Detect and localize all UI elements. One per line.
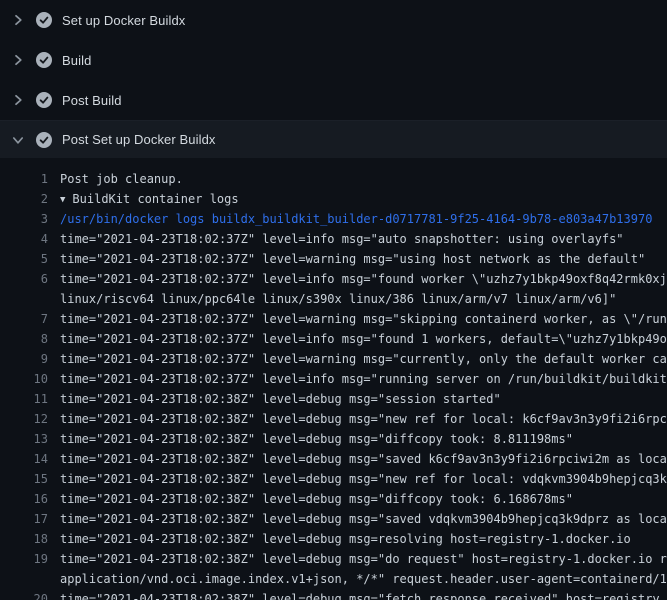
log-line-number[interactable]: 3 [0, 209, 48, 229]
log-line-number[interactable]: 13 [0, 429, 48, 449]
log-row: 15 time="2021-04-23T18:02:38Z" level=deb… [0, 469, 667, 489]
log-line-text: time="2021-04-23T18:02:38Z" level=debug … [48, 529, 631, 549]
log-line-text: time="2021-04-23T18:02:38Z" level=debug … [48, 509, 667, 529]
step-row-1[interactable]: Build [0, 40, 667, 80]
log-line-number[interactable]: 15 [0, 469, 48, 489]
log-line-number[interactable]: 8 [0, 329, 48, 349]
log-line-text: time="2021-04-23T18:02:38Z" level=debug … [48, 589, 660, 600]
step-label: Set up Docker Buildx [62, 13, 185, 28]
check-circle-icon [36, 132, 52, 148]
actions-log-viewer: Set up Docker Buildx Build P [0, 0, 667, 600]
log-row: 7 time="2021-04-23T18:02:37Z" level=warn… [0, 309, 667, 329]
log-row: 16 time="2021-04-23T18:02:38Z" level=deb… [0, 489, 667, 509]
log-row: application/vnd.oci.image.index.v1+json,… [0, 569, 667, 589]
chevron-right-icon [10, 12, 26, 28]
log-line-text: time="2021-04-23T18:02:38Z" level=debug … [48, 409, 667, 429]
log-line-number[interactable]: 20 [0, 589, 48, 600]
log-row: 5 time="2021-04-23T18:02:37Z" level=warn… [0, 249, 667, 269]
log-line-text: time="2021-04-23T18:02:38Z" level=debug … [48, 429, 573, 449]
log-row: 11 time="2021-04-23T18:02:38Z" level=deb… [0, 389, 667, 409]
log-row: 17 time="2021-04-23T18:02:38Z" level=deb… [0, 509, 667, 529]
check-circle-icon [36, 12, 52, 28]
step-label: Post Set up Docker Buildx [62, 132, 216, 147]
log-line-text: time="2021-04-23T18:02:37Z" level=info m… [48, 369, 667, 389]
log-row: 4 time="2021-04-23T18:02:37Z" level=info… [0, 229, 667, 249]
log-line-text: time="2021-04-23T18:02:38Z" level=debug … [48, 449, 667, 469]
log-line-number[interactable]: 14 [0, 449, 48, 469]
steps-list: Set up Docker Buildx Build P [0, 0, 667, 158]
log-line-number[interactable]: 7 [0, 309, 48, 329]
log-row: 14 time="2021-04-23T18:02:38Z" level=deb… [0, 449, 667, 469]
log-line-text: time="2021-04-23T18:02:38Z" level=debug … [48, 389, 501, 409]
step-row-2[interactable]: Post Build [0, 80, 667, 120]
log-group-caret-icon: ▼ [60, 190, 65, 210]
log-line-text: application/vnd.oci.image.index.v1+json,… [48, 569, 667, 589]
log-row: linux/riscv64 linux/ppc64le linux/s390x … [0, 289, 667, 309]
log-line-number[interactable]: 17 [0, 509, 48, 529]
step-row-3[interactable]: Post Set up Docker Buildx [0, 120, 667, 158]
log-line-number[interactable]: 11 [0, 389, 48, 409]
log-line-text: time="2021-04-23T18:02:38Z" level=debug … [48, 469, 667, 489]
log-line-text: Post job cleanup. [48, 169, 183, 189]
log-row: 6 time="2021-04-23T18:02:37Z" level=info… [0, 269, 667, 289]
log-line-text: time="2021-04-23T18:02:37Z" level=info m… [48, 269, 667, 289]
chevron-right-icon [10, 52, 26, 68]
chevron-down-icon [10, 132, 26, 148]
log-line-text[interactable]: ▼BuildKit container logs [48, 189, 239, 209]
chevron-right-icon [10, 92, 26, 108]
log-line-text: time="2021-04-23T18:02:37Z" level=info m… [48, 229, 624, 249]
log-line-text: /usr/bin/docker logs buildx_buildkit_bui… [48, 209, 652, 229]
log-line-number[interactable]: 6 [0, 269, 48, 289]
log-row: 2 ▼BuildKit container logs [0, 189, 667, 209]
log-line-number[interactable]: 12 [0, 409, 48, 429]
step-row-0[interactable]: Set up Docker Buildx [0, 0, 667, 40]
step-label: Post Build [62, 93, 122, 108]
log-line-text: time="2021-04-23T18:02:37Z" level=info m… [48, 329, 667, 349]
step-label: Build [62, 53, 91, 68]
log-line-text: time="2021-04-23T18:02:37Z" level=warnin… [48, 309, 667, 329]
check-circle-icon [36, 92, 52, 108]
log-row: 12 time="2021-04-23T18:02:38Z" level=deb… [0, 409, 667, 429]
log-row: 19 time="2021-04-23T18:02:38Z" level=deb… [0, 549, 667, 569]
log-row: 8 time="2021-04-23T18:02:37Z" level=info… [0, 329, 667, 349]
log-line-text: linux/riscv64 linux/ppc64le linux/s390x … [48, 289, 616, 309]
log-line-number[interactable]: 18 [0, 529, 48, 549]
check-circle-icon [36, 52, 52, 68]
log-line-number[interactable]: 5 [0, 249, 48, 269]
log-line-text: time="2021-04-23T18:02:37Z" level=warnin… [48, 249, 645, 269]
log-line-text: time="2021-04-23T18:02:38Z" level=debug … [48, 549, 667, 569]
log-line-number[interactable]: 10 [0, 369, 48, 389]
log-row: 10 time="2021-04-23T18:02:37Z" level=inf… [0, 369, 667, 389]
log-line-number[interactable]: 16 [0, 489, 48, 509]
log-row: 20 time="2021-04-23T18:02:38Z" level=deb… [0, 589, 667, 600]
log-line-number[interactable] [0, 569, 48, 589]
log-row: 3 /usr/bin/docker logs buildx_buildkit_b… [0, 209, 667, 229]
log-line-number[interactable]: 1 [0, 169, 48, 189]
log-row: 9 time="2021-04-23T18:02:37Z" level=warn… [0, 349, 667, 369]
log-line-number[interactable]: 19 [0, 549, 48, 569]
log-line-text: time="2021-04-23T18:02:37Z" level=warnin… [48, 349, 667, 369]
log-row: 13 time="2021-04-23T18:02:38Z" level=deb… [0, 429, 667, 449]
log-line-text: time="2021-04-23T18:02:38Z" level=debug … [48, 489, 573, 509]
log-line-number[interactable]: 2 [0, 189, 48, 209]
log-line-number[interactable]: 4 [0, 229, 48, 249]
log-line-number[interactable]: 9 [0, 349, 48, 369]
log-row: 1 Post job cleanup. [0, 169, 667, 189]
log-line-number[interactable] [0, 289, 48, 309]
log-row: 18 time="2021-04-23T18:02:38Z" level=deb… [0, 529, 667, 549]
log-area: 1 Post job cleanup. 2 ▼BuildKit containe… [0, 158, 667, 600]
